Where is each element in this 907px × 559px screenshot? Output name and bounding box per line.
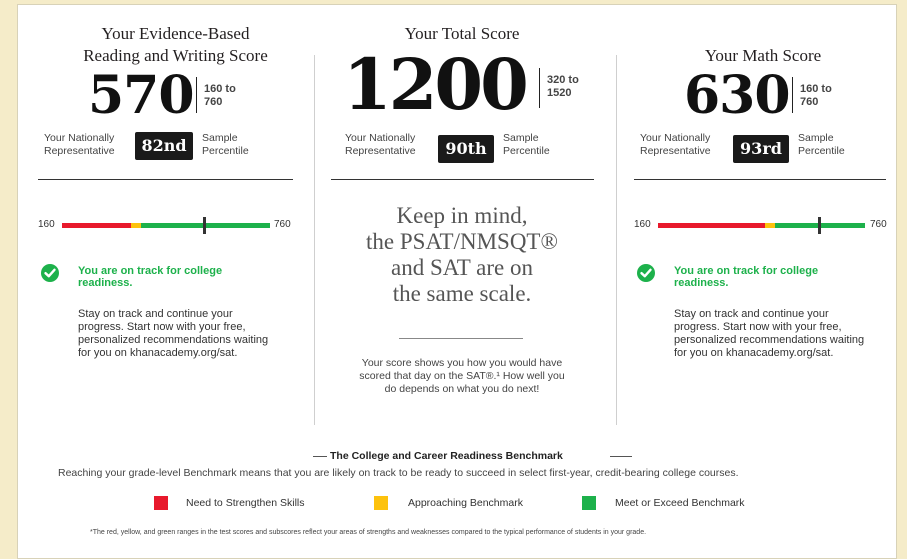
math-pct-right-1: Sample bbox=[798, 132, 834, 144]
total-title: Your Total Score bbox=[404, 24, 520, 43]
rw-track-line2: readiness. bbox=[78, 277, 133, 289]
total-range-line1: 320 to bbox=[547, 74, 579, 86]
math-score: 630 bbox=[684, 65, 791, 126]
legend-swatch-yellow bbox=[374, 496, 388, 510]
total-note-2: scored that day on the SAT®.¹ How well y… bbox=[359, 370, 565, 382]
rw-scale-track bbox=[62, 223, 270, 228]
keep-in-mind-4: the same scale. bbox=[392, 281, 532, 306]
column-separator-left bbox=[314, 55, 315, 425]
rw-column: Your Evidence-Based Reading and Writing … bbox=[38, 5, 313, 425]
math-track-line2: readiness. bbox=[674, 277, 729, 289]
total-range-line2: 1520 bbox=[547, 87, 572, 99]
math-scale-min: 160 bbox=[634, 219, 651, 230]
rw-check-icon bbox=[41, 264, 59, 282]
rw-scale-max: 760 bbox=[274, 219, 291, 230]
math-advice-3: personalized recommendations waiting bbox=[674, 334, 865, 346]
total-short-divider bbox=[399, 338, 523, 339]
total-note-3: do depends on what you do next! bbox=[384, 383, 540, 395]
rw-score: 570 bbox=[88, 65, 195, 126]
math-range-line2: 760 bbox=[800, 96, 819, 108]
benchmark-footnote: *The red, yellow, and green ranges in th… bbox=[90, 529, 647, 536]
math-advice-2: progress. Start now with your free, bbox=[674, 321, 842, 333]
math-pct-right-2: Percentile bbox=[798, 145, 845, 157]
rw-range-line1: 160 to bbox=[204, 83, 236, 95]
total-range-divider bbox=[539, 68, 540, 108]
rw-title-line2: Reading and Writing Score bbox=[83, 46, 268, 65]
total-pct-right-2: Percentile bbox=[503, 145, 550, 157]
math-advice-1: Stay on track and continue your bbox=[674, 308, 829, 320]
rw-pct-right-2: Percentile bbox=[202, 145, 249, 157]
rw-advice-1: Stay on track and continue your bbox=[78, 308, 233, 320]
total-note-1: Your score shows you how you would have bbox=[361, 357, 563, 369]
math-column: Your Math Score 630 160 to 760 Your Nati… bbox=[634, 5, 896, 425]
rw-scale-red bbox=[62, 223, 131, 228]
total-pct-right-1: Sample bbox=[503, 132, 539, 144]
total-divider bbox=[331, 179, 594, 180]
total-pct-left-2: Representative bbox=[345, 145, 416, 157]
keep-in-mind-1: Keep in mind, bbox=[396, 203, 528, 228]
total-column: Your Total Score 1200 320 to 1520 Your N… bbox=[321, 5, 603, 425]
keep-in-mind-3: and SAT are on bbox=[390, 255, 534, 280]
legend-label-yellow: Approaching Benchmark bbox=[408, 497, 523, 509]
math-track-line1: You are on track for college bbox=[674, 265, 819, 277]
math-scale-red bbox=[658, 223, 765, 228]
benchmark-rule-left bbox=[313, 456, 327, 457]
total-score: 1200 bbox=[343, 43, 529, 126]
legend-swatch-red bbox=[154, 496, 168, 510]
total-pct-left-1: Your Nationally bbox=[345, 132, 416, 144]
math-pct-left-2: Representative bbox=[640, 145, 711, 157]
rw-scale-min: 160 bbox=[38, 219, 55, 230]
rw-range-divider bbox=[196, 77, 197, 113]
math-check-icon bbox=[637, 264, 655, 282]
benchmark-description: Reaching your grade-level Benchmark mean… bbox=[58, 467, 739, 479]
math-range-line1: 160 to bbox=[800, 83, 832, 95]
rw-title-line1: Your Evidence-Based bbox=[101, 24, 250, 43]
math-divider bbox=[634, 179, 886, 180]
rw-percentile-badge: 82nd bbox=[135, 132, 193, 160]
legend-label-green: Meet or Exceed Benchmark bbox=[615, 497, 745, 509]
legend-label-red: Need to Strengthen Skills bbox=[186, 497, 305, 509]
benchmark-title: The College and Career Readiness Benchma… bbox=[330, 450, 563, 462]
rw-advice-2: progress. Start now with your free, bbox=[78, 321, 246, 333]
math-pct-left-1: Your Nationally bbox=[640, 132, 711, 144]
keep-in-mind-2: the PSAT/NMSQT® bbox=[366, 229, 558, 254]
rw-score-marker bbox=[203, 217, 206, 234]
rw-track-line1: You are on track for college bbox=[78, 265, 223, 277]
rw-pct-right-1: Sample bbox=[202, 132, 238, 144]
rw-divider bbox=[38, 179, 293, 180]
legend-swatch-green bbox=[582, 496, 596, 510]
total-percentile-badge: 90th bbox=[438, 135, 494, 163]
score-report: Your Evidence-Based Reading and Writing … bbox=[17, 4, 897, 559]
math-scale-yellow bbox=[765, 223, 775, 228]
benchmark-rule-right bbox=[610, 456, 632, 457]
math-advice-4: for you on khanacademy.org/sat. bbox=[674, 347, 834, 359]
math-scale-track bbox=[658, 223, 865, 228]
rw-advice-4: for you on khanacademy.org/sat. bbox=[78, 347, 238, 359]
column-separator-right bbox=[616, 55, 617, 425]
rw-pct-left-1: Your Nationally bbox=[44, 132, 115, 144]
rw-pct-left-2: Representative bbox=[44, 145, 115, 157]
math-scale-max: 760 bbox=[870, 219, 887, 230]
rw-range-line2: 760 bbox=[204, 96, 223, 108]
math-score-marker bbox=[818, 217, 821, 234]
math-percentile-badge: 93rd bbox=[733, 135, 789, 163]
rw-scale-yellow bbox=[131, 223, 141, 228]
math-title: Your Math Score bbox=[704, 46, 822, 65]
rw-advice-3: personalized recommendations waiting bbox=[78, 334, 269, 346]
math-range-divider bbox=[792, 77, 793, 113]
